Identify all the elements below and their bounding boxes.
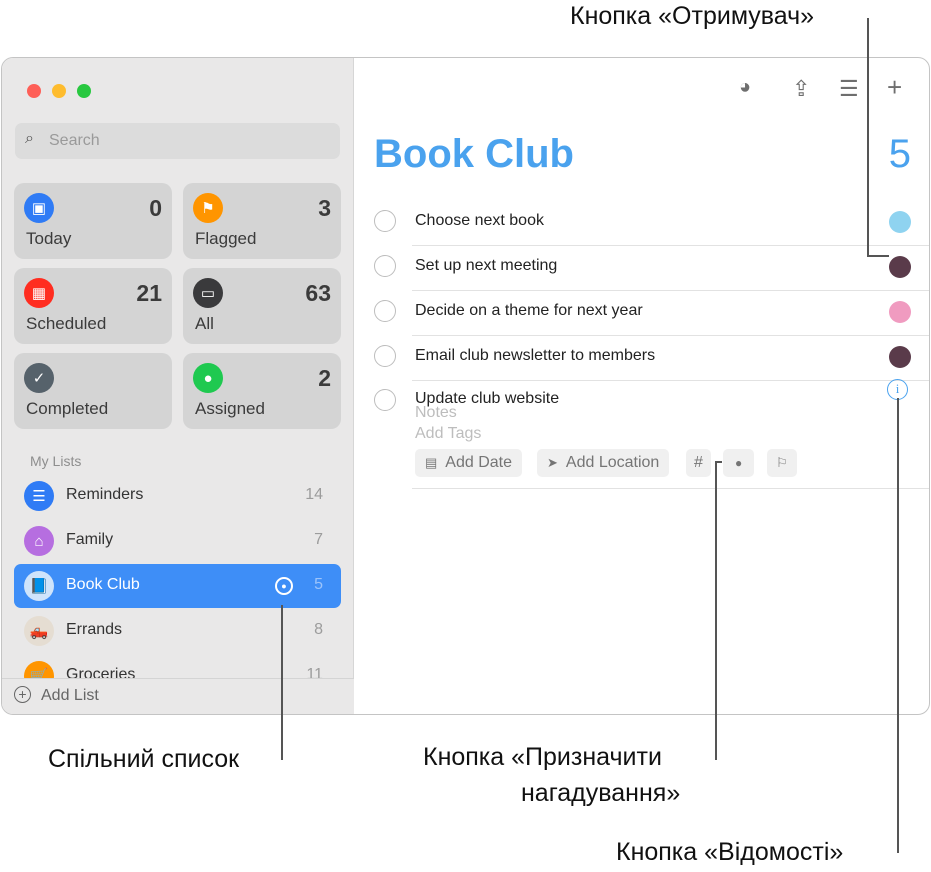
- complete-checkbox[interactable]: [374, 300, 396, 322]
- add-date-button[interactable]: ▤ Add Date: [415, 449, 523, 477]
- list-item-groceries[interactable]: 🛒 Groceries 11: [14, 654, 341, 678]
- truck-icon: 🛻: [24, 616, 54, 646]
- cart-icon: 🛒: [24, 661, 54, 678]
- location-arrow-icon: ➤: [547, 455, 558, 470]
- assign-reminder-button[interactable]: ●: [723, 449, 755, 477]
- list-options-icon[interactable]: ☰: [839, 76, 859, 102]
- house-icon: ⌂: [24, 526, 54, 556]
- flag-button[interactable]: ⚐: [767, 449, 797, 477]
- add-reminder-button[interactable]: +: [887, 72, 902, 103]
- callout-assign-2: нагадування»: [521, 779, 681, 807]
- reminder-row[interactable]: Choose next book: [360, 200, 929, 244]
- calendar-icon: ▤: [425, 455, 438, 470]
- assignee-avatar[interactable]: [889, 301, 911, 323]
- list-icon: ☰: [24, 481, 54, 511]
- divider: [412, 488, 929, 489]
- reminders-window: ⌕ Search ▣ 0 Today ⚑ 3 Flagged ▦ 21 Sche…: [1, 57, 930, 715]
- tags-field[interactable]: Add Tags: [415, 425, 481, 443]
- complete-checkbox[interactable]: [374, 389, 396, 411]
- reminder-row[interactable]: Email club newsletter to members: [360, 335, 929, 379]
- notes-field[interactable]: Notes: [415, 404, 457, 422]
- sidebar: ⌕ Search ▣ 0 Today ⚑ 3 Flagged ▦ 21 Sche…: [2, 58, 354, 714]
- list-item-reminders[interactable]: ☰ Reminders 14: [14, 474, 341, 518]
- add-location-button[interactable]: ➤ Add Location: [537, 449, 670, 477]
- assignee-avatar[interactable]: [889, 346, 911, 368]
- callout-assign-1: Кнопка «Призначити: [423, 743, 662, 771]
- assignee-avatar[interactable]: [889, 211, 911, 233]
- flag-icon: ⚐: [776, 455, 788, 470]
- list-item-family[interactable]: ⌂ Family 7: [14, 519, 341, 563]
- callout-assignee: Кнопка «Отримувач»: [570, 2, 815, 30]
- reminder-count: 5: [888, 132, 911, 176]
- reminder-row[interactable]: Set up next meeting: [360, 245, 929, 289]
- assignee-toolbar-icon[interactable]: ◕: [739, 76, 751, 99]
- shared-person-icon[interactable]: ●: [275, 577, 293, 595]
- plus-circle-icon: +: [14, 686, 31, 703]
- complete-checkbox[interactable]: [374, 210, 396, 232]
- complete-checkbox[interactable]: [374, 255, 396, 277]
- page-title: Book Club: [374, 132, 574, 176]
- person-icon: ●: [735, 456, 743, 470]
- list-item-book-club[interactable]: 📘 Book Club ● 5: [14, 564, 341, 608]
- share-icon[interactable]: ⇪: [792, 76, 810, 102]
- list-item-errands[interactable]: 🛻 Errands 8: [14, 609, 341, 653]
- callout-info: Кнопка «Відомості»: [616, 838, 844, 866]
- tag-button[interactable]: #: [686, 449, 711, 477]
- info-button[interactable]: i: [887, 379, 908, 400]
- callout-shared-list: Спільний список: [48, 745, 240, 773]
- assignee-avatar[interactable]: [889, 256, 911, 278]
- add-list-button[interactable]: + Add List: [2, 678, 354, 714]
- book-icon: 📘: [24, 571, 54, 601]
- reminder-row[interactable]: Decide on a theme for next year: [360, 290, 929, 334]
- complete-checkbox[interactable]: [374, 345, 396, 367]
